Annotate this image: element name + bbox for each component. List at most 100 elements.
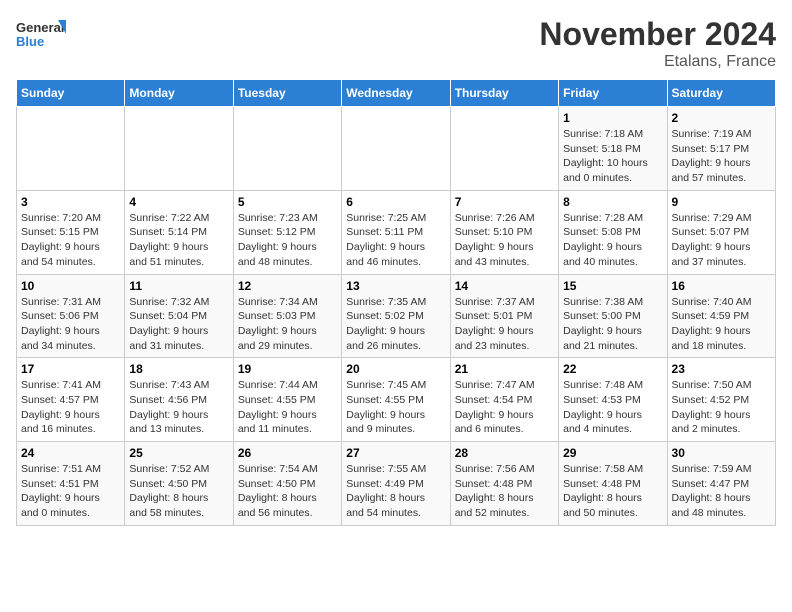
calendar-cell: 10 Sunrise: 7:31 AM Sunset: 5:06 PM Dayli…	[17, 274, 125, 358]
calendar-cell: 5Sunrise: 7:23 AM Sunset: 5:12 PM Daylig…	[233, 190, 341, 274]
calendar-cell: 11Sunrise: 7:32 AM Sunset: 5:04 PM Dayli…	[125, 274, 233, 358]
calendar-cell: 23 Sunrise: 7:50 AM Sunset: 4:52 PM Dayli…	[667, 358, 775, 442]
day-detail: Sunrise: 7:20 AM Sunset: 5:15 PM Dayligh…	[21, 211, 120, 270]
day-detail: Sunrise: 7:48 AM Sunset: 4:53 PM Dayligh…	[563, 378, 662, 437]
calendar-cell: 28 Sunrise: 7:56 AM Sunset: 4:48 PM Dayli…	[450, 442, 558, 526]
calendar-cell: 21Sunrise: 7:47 AM Sunset: 4:54 PM Dayli…	[450, 358, 558, 442]
calendar-week-row: 24 Sunrise: 7:51 AM Sunset: 4:51 PM Dayli…	[17, 442, 776, 526]
calendar-cell: 30 Sunrise: 7:59 AM Sunset: 4:47 PM Dayli…	[667, 442, 775, 526]
calendar-cell: 13Sunrise: 7:35 AM Sunset: 5:02 PM Dayli…	[342, 274, 450, 358]
day-detail: Sunrise: 7:34 AM Sunset: 5:03 PM Dayligh…	[238, 295, 337, 354]
sub-title: Etalans, France	[539, 53, 776, 71]
day-number: 4	[129, 195, 228, 209]
day-number: 6	[346, 195, 445, 209]
weekday-header: Friday	[559, 80, 667, 107]
calendar-cell: 24 Sunrise: 7:51 AM Sunset: 4:51 PM Dayli…	[17, 442, 125, 526]
day-detail: Sunrise: 7:59 AM Sunset: 4:47 PM Dayligh…	[672, 462, 771, 521]
calendar-cell: 9 Sunrise: 7:29 AM Sunset: 5:07 PM Daylig…	[667, 190, 775, 274]
day-number: 10	[21, 279, 120, 293]
day-detail: Sunrise: 7:22 AM Sunset: 5:14 PM Dayligh…	[129, 211, 228, 270]
logo: General Blue	[16, 16, 66, 60]
day-detail: Sunrise: 7:37 AM Sunset: 5:01 PM Dayligh…	[455, 295, 554, 354]
day-number: 3	[21, 195, 120, 209]
title-block: November 2024 Etalans, France	[539, 16, 776, 71]
day-number: 7	[455, 195, 554, 209]
calendar-cell: 19Sunrise: 7:44 AM Sunset: 4:55 PM Dayli…	[233, 358, 341, 442]
day-number: 8	[563, 195, 662, 209]
day-detail: Sunrise: 7:52 AM Sunset: 4:50 PM Dayligh…	[129, 462, 228, 521]
day-number: 17	[21, 362, 120, 376]
weekday-header: Monday	[125, 80, 233, 107]
day-number: 14	[455, 279, 554, 293]
calendar-cell	[450, 107, 558, 191]
calendar-cell: 14 Sunrise: 7:37 AM Sunset: 5:01 PM Dayli…	[450, 274, 558, 358]
calendar-cell	[233, 107, 341, 191]
calendar-header: SundayMondayTuesdayWednesdayThursdayFrid…	[17, 80, 776, 107]
calendar-cell: 2 Sunrise: 7:19 AM Sunset: 5:17 PM Daylig…	[667, 107, 775, 191]
calendar-cell: 12Sunrise: 7:34 AM Sunset: 5:03 PM Dayli…	[233, 274, 341, 358]
day-detail: Sunrise: 7:41 AM Sunset: 4:57 PM Dayligh…	[21, 378, 120, 437]
day-number: 24	[21, 446, 120, 460]
calendar-cell	[17, 107, 125, 191]
day-detail: Sunrise: 7:50 AM Sunset: 4:52 PM Dayligh…	[672, 378, 771, 437]
day-detail: Sunrise: 7:38 AM Sunset: 5:00 PM Dayligh…	[563, 295, 662, 354]
day-number: 2	[672, 111, 771, 125]
calendar-cell	[125, 107, 233, 191]
day-detail: Sunrise: 7:51 AM Sunset: 4:51 PM Dayligh…	[21, 462, 120, 521]
svg-text:Blue: Blue	[16, 34, 44, 49]
day-number: 29	[563, 446, 662, 460]
calendar-cell: 22 Sunrise: 7:48 AM Sunset: 4:53 PM Dayli…	[559, 358, 667, 442]
day-detail: Sunrise: 7:19 AM Sunset: 5:17 PM Dayligh…	[672, 127, 771, 186]
day-number: 30	[672, 446, 771, 460]
day-number: 18	[129, 362, 228, 376]
day-number: 9	[672, 195, 771, 209]
day-detail: Sunrise: 7:31 AM Sunset: 5:06 PM Dayligh…	[21, 295, 120, 354]
calendar-cell: 27 Sunrise: 7:55 AM Sunset: 4:49 PM Dayli…	[342, 442, 450, 526]
day-number: 28	[455, 446, 554, 460]
day-number: 22	[563, 362, 662, 376]
calendar-table: SundayMondayTuesdayWednesdayThursdayFrid…	[16, 79, 776, 526]
calendar-week-row: 3 Sunrise: 7:20 AM Sunset: 5:15 PM Daylig…	[17, 190, 776, 274]
svg-text:General: General	[16, 20, 64, 35]
calendar-cell: 29 Sunrise: 7:58 AM Sunset: 4:48 PM Dayli…	[559, 442, 667, 526]
calendar-week-row: 10 Sunrise: 7:31 AM Sunset: 5:06 PM Dayli…	[17, 274, 776, 358]
calendar-cell: 25 Sunrise: 7:52 AM Sunset: 4:50 PM Dayli…	[125, 442, 233, 526]
calendar-cell: 26Sunrise: 7:54 AM Sunset: 4:50 PM Dayli…	[233, 442, 341, 526]
day-detail: Sunrise: 7:58 AM Sunset: 4:48 PM Dayligh…	[563, 462, 662, 521]
day-detail: Sunrise: 7:45 AM Sunset: 4:55 PM Dayligh…	[346, 378, 445, 437]
calendar-cell: 18Sunrise: 7:43 AM Sunset: 4:56 PM Dayli…	[125, 358, 233, 442]
header: General Blue November 2024 Etalans, Fran…	[16, 16, 776, 71]
calendar-week-row: 17 Sunrise: 7:41 AM Sunset: 4:57 PM Dayli…	[17, 358, 776, 442]
weekday-header: Tuesday	[233, 80, 341, 107]
calendar-cell	[342, 107, 450, 191]
day-detail: Sunrise: 7:23 AM Sunset: 5:12 PM Dayligh…	[238, 211, 337, 270]
day-detail: Sunrise: 7:26 AM Sunset: 5:10 PM Dayligh…	[455, 211, 554, 270]
calendar-cell: 4 Sunrise: 7:22 AM Sunset: 5:14 PM Daylig…	[125, 190, 233, 274]
day-number: 13	[346, 279, 445, 293]
weekday-header: Thursday	[450, 80, 558, 107]
weekday-header: Saturday	[667, 80, 775, 107]
day-number: 11	[129, 279, 228, 293]
day-number: 27	[346, 446, 445, 460]
day-detail: Sunrise: 7:18 AM Sunset: 5:18 PM Dayligh…	[563, 127, 662, 186]
weekday-header: Wednesday	[342, 80, 450, 107]
day-number: 23	[672, 362, 771, 376]
day-detail: Sunrise: 7:28 AM Sunset: 5:08 PM Dayligh…	[563, 211, 662, 270]
day-number: 16	[672, 279, 771, 293]
day-detail: Sunrise: 7:47 AM Sunset: 4:54 PM Dayligh…	[455, 378, 554, 437]
day-number: 19	[238, 362, 337, 376]
calendar-cell: 7 Sunrise: 7:26 AM Sunset: 5:10 PM Daylig…	[450, 190, 558, 274]
day-number: 20	[346, 362, 445, 376]
day-detail: Sunrise: 7:29 AM Sunset: 5:07 PM Dayligh…	[672, 211, 771, 270]
main-title: November 2024	[539, 16, 776, 53]
day-detail: Sunrise: 7:55 AM Sunset: 4:49 PM Dayligh…	[346, 462, 445, 521]
day-detail: Sunrise: 7:25 AM Sunset: 5:11 PM Dayligh…	[346, 211, 445, 270]
calendar-cell: 1Sunrise: 7:18 AM Sunset: 5:18 PM Daylig…	[559, 107, 667, 191]
day-number: 26	[238, 446, 337, 460]
calendar-week-row: 1Sunrise: 7:18 AM Sunset: 5:18 PM Daylig…	[17, 107, 776, 191]
calendar-cell: 20 Sunrise: 7:45 AM Sunset: 4:55 PM Dayli…	[342, 358, 450, 442]
day-detail: Sunrise: 7:56 AM Sunset: 4:48 PM Dayligh…	[455, 462, 554, 521]
calendar-cell: 8 Sunrise: 7:28 AM Sunset: 5:08 PM Daylig…	[559, 190, 667, 274]
calendar-cell: 6 Sunrise: 7:25 AM Sunset: 5:11 PM Daylig…	[342, 190, 450, 274]
day-number: 25	[129, 446, 228, 460]
